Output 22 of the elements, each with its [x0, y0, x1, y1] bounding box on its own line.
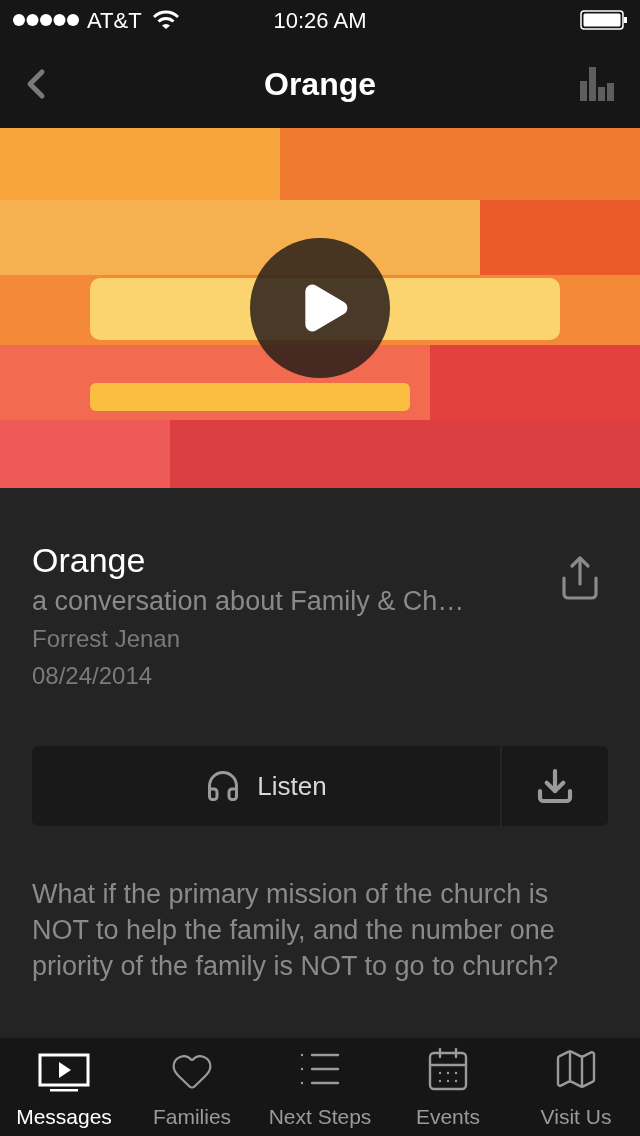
battery-icon: [580, 10, 628, 30]
page-title: Orange: [264, 65, 376, 104]
tab-bar-item[interactable]: Messages: [0, 1038, 128, 1136]
stats-button[interactable]: [580, 67, 616, 101]
tv-icon: [38, 1052, 90, 1093]
wifi-icon: [152, 10, 179, 30]
tab-bar-item[interactable]: Families: [128, 1038, 256, 1136]
download-icon: [535, 766, 575, 806]
download-button[interactable]: [502, 746, 608, 826]
message-date: 08/24/2014: [32, 661, 154, 691]
tab-bar-item[interactable]: Visit Us: [512, 1038, 640, 1136]
signal-icon: [12, 13, 80, 27]
clock-time: 10:26 AM: [273, 6, 367, 35]
tab-bar-item[interactable]: Next Steps: [256, 1038, 384, 1136]
listen-button[interactable]: Listen: [32, 746, 500, 826]
message-subtitle: a conversation about Family & Ch…: [32, 585, 466, 618]
tab-bar-item[interactable]: Events: [384, 1038, 512, 1136]
carrier-name: AT&T: [87, 6, 142, 35]
bar-chart-icon: [580, 67, 616, 101]
description-paragraph: What if the primary mission of the church is NOT to help the family, and the number one priority of the family is NOT to go to church?: [32, 878, 560, 983]
speaker-name: Forrest Jenan: [32, 624, 182, 654]
message-title: Orange: [32, 540, 147, 581]
